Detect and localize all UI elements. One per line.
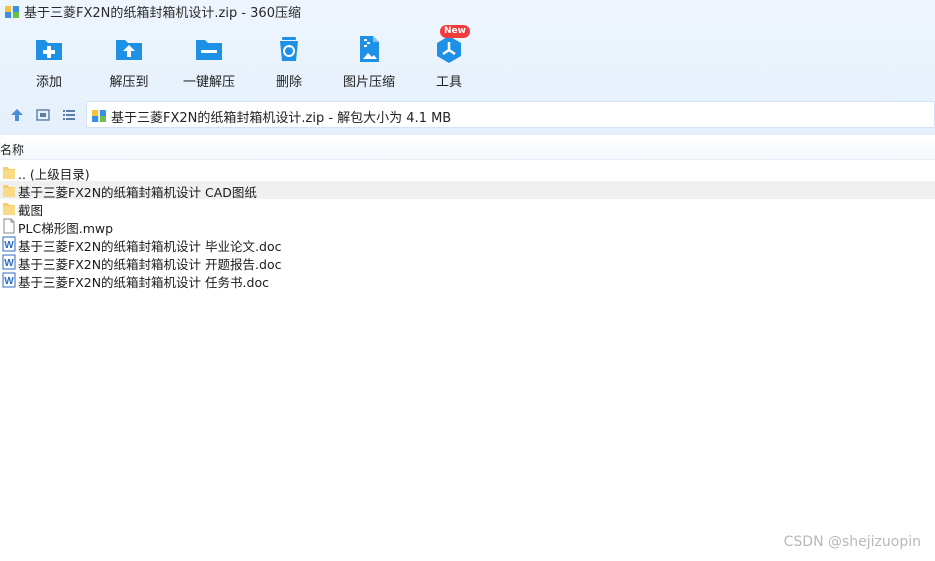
folder-icon	[3, 167, 15, 179]
thumbnail-view-icon[interactable]	[36, 108, 50, 122]
add-folder-icon	[36, 40, 62, 60]
delete-label: 删除	[275, 75, 302, 90]
list-view-icon[interactable]	[62, 108, 76, 122]
folder-icon	[3, 185, 15, 197]
window-title: 基于三菱FX2N的纸箱封箱机设计.zip - 360压缩	[24, 6, 301, 21]
tools-label: 工具	[435, 75, 462, 90]
folder-icon	[3, 203, 15, 215]
list-item[interactable]: .. (上级目录)	[0, 163, 935, 182]
archive-icon	[5, 4, 19, 18]
image-compress-icon	[360, 36, 379, 62]
file-name: 基于三菱FX2N的纸箱封箱机设计 任务书.doc	[18, 275, 269, 290]
app-header: 基于三菱FX2N的纸箱封箱机设计.zip - 360压缩 添加 解压到 一键解压	[0, 0, 935, 135]
add-label: 添加	[35, 75, 62, 90]
image-compress-button[interactable]: 图片压缩	[324, 28, 414, 92]
file-list: .. (上级目录) 基于三菱FX2N的纸箱封箱机设计 CAD图纸 截图 PLC梯…	[0, 163, 935, 290]
one-click-extract-button[interactable]: 一键解压	[164, 28, 254, 92]
add-button[interactable]: 添加	[4, 28, 94, 92]
svg-text:W: W	[4, 276, 14, 287]
file-icon	[3, 218, 15, 234]
svg-text:W: W	[4, 258, 14, 269]
tools-button[interactable]: New 工具	[404, 25, 494, 92]
list-item[interactable]: PLC梯形图.mwp	[0, 217, 935, 236]
list-item[interactable]: 基于三菱FX2N的纸箱封箱机设计 CAD图纸	[0, 181, 935, 200]
list-item[interactable]: W 基于三菱FX2N的纸箱封箱机设计 毕业论文.doc	[0, 235, 935, 254]
title-bar: 基于三菱FX2N的纸箱封箱机设计.zip - 360压缩	[0, 0, 935, 22]
word-doc-icon: W	[2, 272, 16, 288]
one-click-extract-icon	[196, 40, 222, 60]
tools-cube-icon	[437, 36, 461, 63]
watermark: CSDN @shejizuopin	[783, 534, 921, 550]
list-item[interactable]: 截图	[0, 199, 935, 218]
word-doc-icon: W	[2, 236, 16, 252]
one-click-extract-label: 一键解压	[182, 75, 235, 90]
column-name-header[interactable]: 名称	[0, 141, 24, 158]
delete-button[interactable]: 删除	[244, 28, 334, 92]
address-bar: 基于三菱FX2N的纸箱封箱机设计.zip - 解包大小为 4.1 MB	[0, 100, 935, 130]
word-doc-icon: W	[2, 254, 16, 270]
image-compress-label: 图片压缩	[342, 75, 395, 90]
extract-folder-icon	[116, 40, 142, 60]
svg-text:W: W	[4, 240, 14, 251]
address-field[interactable]: 基于三菱FX2N的纸箱封箱机设计.zip - 解包大小为 4.1 MB	[86, 101, 935, 128]
recycle-bin-icon	[280, 37, 298, 61]
up-arrow-icon[interactable]	[10, 108, 24, 122]
list-item[interactable]: W 基于三菱FX2N的纸箱封箱机设计 开题报告.doc	[0, 253, 935, 272]
list-item[interactable]: W 基于三菱FX2N的纸箱封箱机设计 任务书.doc	[0, 271, 935, 290]
archive-icon	[92, 108, 106, 122]
extract-to-label: 解压到	[109, 75, 149, 90]
extract-to-button[interactable]: 解压到	[84, 28, 174, 92]
new-badge: New	[440, 25, 470, 38]
column-header: 名称	[0, 137, 935, 160]
address-text: 基于三菱FX2N的纸箱封箱机设计.zip - 解包大小为 4.1 MB	[111, 111, 452, 126]
